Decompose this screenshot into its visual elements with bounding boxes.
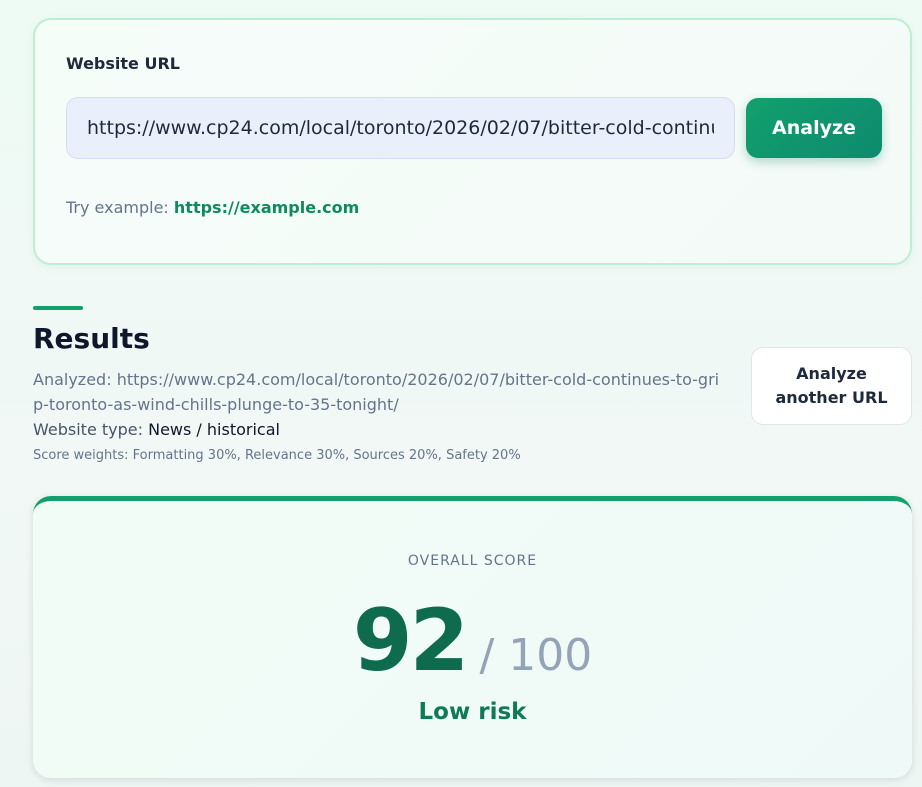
url-form-card: Website URL Analyze Try example: https:/… xyxy=(33,18,912,265)
try-example-row: Try example: https://example.com xyxy=(66,198,359,217)
website-type-label: Website type: xyxy=(33,420,143,439)
example-url-link[interactable]: https://example.com xyxy=(174,198,359,217)
score-display: 92 / 100 xyxy=(33,591,912,691)
analyzed-url: https://www.cp24.com/local/toronto/2026/… xyxy=(33,370,720,414)
analyze-button[interactable]: Analyze xyxy=(746,98,882,158)
url-input[interactable] xyxy=(66,97,735,159)
overall-score-label: OVERALL SCORE xyxy=(407,553,538,569)
analyzed-url-text: Analyzed: https://www.cp24.com/local/tor… xyxy=(33,367,723,417)
results-heading: Results xyxy=(33,322,150,355)
website-url-label: Website URL xyxy=(66,54,180,73)
section-accent-bar xyxy=(33,306,83,310)
score-value: 92 xyxy=(352,591,470,691)
risk-level-label: Low risk xyxy=(418,699,527,725)
overall-score-card: OVERALL SCORE 92 / 100 Low risk xyxy=(33,496,912,778)
score-max: / 100 xyxy=(479,630,593,681)
website-type-value: News / historical xyxy=(148,420,280,439)
website-type-row: Website type: News / historical xyxy=(33,420,280,439)
try-example-label: Try example: xyxy=(66,198,169,217)
analyzed-prefix: Analyzed: xyxy=(33,370,112,389)
score-weights-text: Score weights: Formatting 30%, Relevance… xyxy=(33,448,521,463)
analyze-another-url-button[interactable]: Analyze another URL xyxy=(751,347,912,425)
